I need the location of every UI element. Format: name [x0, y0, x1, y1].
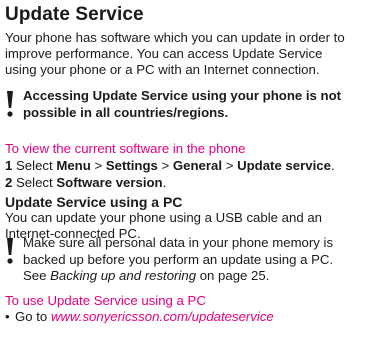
list-item: • Go to www.sonyericsson.com/updateservic…: [5, 309, 274, 324]
note-line: Make sure all personal data in your phon…: [23, 235, 334, 250]
menu-label: Menu: [56, 158, 91, 173]
cross-reference: Backing up and restoring: [50, 268, 197, 283]
update-service-label: Update service: [237, 158, 331, 173]
note-page-ref: on page 25.: [199, 268, 270, 283]
bullet-text: Go to: [15, 309, 48, 324]
step-number: 1: [5, 158, 13, 173]
page-cutoff: [0, 323, 378, 346]
step-period: .: [330, 158, 335, 173]
note-text: Make sure all personal data in your phon…: [5, 235, 378, 285]
intro-paragraph: Your phone has software which you can up…: [5, 30, 345, 77]
path-separator: >: [94, 158, 103, 173]
subheading-view-software: To view the current software in the phon…: [5, 141, 246, 156]
step-text: Select: [16, 175, 53, 190]
update-service-link[interactable]: www.sonyericsson.com/updateservice: [51, 309, 274, 324]
path-separator: >: [161, 158, 170, 173]
step-text: Select: [16, 158, 53, 173]
step-2: 2 Select Software version.: [5, 174, 335, 191]
exclamation-icon: [7, 238, 13, 264]
section-heading-pc: Update Service using a PC: [5, 194, 183, 210]
software-version-label: Software version: [56, 175, 163, 190]
general-label: General: [172, 158, 223, 173]
bullet-icon: •: [5, 309, 10, 324]
subheading-use-pc: To use Update Service using a PC: [5, 293, 206, 308]
page-title: Update Service: [5, 4, 144, 25]
note-line: backed up before you perform an update u…: [23, 251, 334, 267]
step-1: 1 Select Menu > Settings > General > Upd…: [5, 157, 335, 174]
step-period: .: [162, 175, 167, 190]
exclamation-icon: [7, 91, 13, 117]
steps-list: 1 Select Menu > Settings > General > Upd…: [5, 157, 335, 191]
step-number: 2: [5, 175, 13, 190]
settings-label: Settings: [105, 158, 158, 173]
note-backup: Make sure all personal data in your phon…: [5, 235, 378, 285]
note-see: See: [23, 268, 47, 283]
path-separator: >: [225, 158, 234, 173]
note-region-availability: Accessing Update Service using your phon…: [5, 88, 378, 121]
note-text: Accessing Update Service using your phon…: [23, 88, 342, 120]
